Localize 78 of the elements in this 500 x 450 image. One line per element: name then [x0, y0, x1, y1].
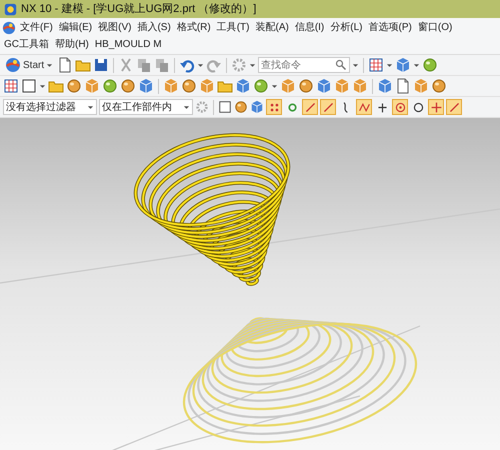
snap-toggle-button[interactable] [446, 99, 462, 115]
cube-icon[interactable] [84, 78, 100, 94]
line-icon [304, 100, 316, 114]
sphere-icon[interactable] [431, 78, 447, 94]
caret-icon [271, 84, 278, 88]
cube-icon[interactable] [250, 100, 264, 114]
sphere-icon[interactable] [253, 78, 269, 94]
application-logo-icon [4, 2, 17, 16]
caret-icon [249, 62, 256, 68]
target-icon [394, 100, 406, 114]
start-button[interactable]: Start [3, 57, 56, 73]
snap-toggle-button[interactable] [428, 99, 444, 115]
caret-icon [352, 62, 360, 68]
plus-icon [376, 100, 388, 114]
filter-dropdown[interactable]: 仅在工作部件内 [99, 99, 193, 115]
menu-item[interactable]: 帮助(H) [53, 36, 91, 53]
plus-icon [430, 100, 442, 114]
cube-icon[interactable] [280, 78, 296, 94]
square-icon[interactable] [218, 100, 232, 114]
menu-item[interactable]: 窗口(O) [416, 19, 454, 36]
polyline-icon [358, 100, 370, 114]
square-icon[interactable] [21, 78, 37, 94]
grid-icon[interactable] [368, 57, 384, 73]
caret-icon [39, 84, 46, 88]
sphere-icon[interactable] [181, 78, 197, 94]
cube-icon[interactable] [163, 78, 179, 94]
cube-icon[interactable] [316, 78, 332, 94]
line-icon [448, 100, 460, 114]
caret-icon [183, 104, 190, 110]
sphere-icon[interactable] [102, 78, 118, 94]
cube-icon[interactable] [334, 78, 350, 94]
sphere-icon[interactable] [66, 78, 82, 94]
save-icon[interactable] [93, 57, 110, 73]
cube-icon[interactable] [377, 78, 393, 94]
sphere-icon[interactable] [120, 78, 136, 94]
menu-item[interactable]: 分析(L) [328, 19, 365, 36]
cube-icon[interactable] [352, 78, 368, 94]
circle-icon [412, 100, 424, 114]
menu-item[interactable]: 格式(R) [174, 19, 213, 36]
snap-toggle-button[interactable] [266, 99, 282, 115]
caret-icon [46, 62, 54, 68]
globe-logo-icon [2, 20, 16, 34]
search-field[interactable]: 查找命令 [258, 57, 350, 74]
search-icon[interactable] [335, 58, 348, 71]
menu-item[interactable]: HB_MOULD M [92, 36, 164, 53]
doc-icon[interactable] [395, 78, 411, 94]
menu-item[interactable]: 信息(I) [292, 19, 326, 36]
menu-item[interactable]: 编辑(E) [56, 19, 94, 36]
snap-toggle-button[interactable] [302, 99, 318, 115]
menu-item[interactable]: 文件(F) [18, 19, 55, 36]
pages-icon[interactable] [136, 57, 152, 73]
globe-logo-icon [5, 57, 21, 73]
menu-item[interactable]: 视图(V) [96, 19, 134, 36]
menu-item[interactable]: 装配(A) [253, 19, 291, 36]
menu-item[interactable]: GC工具箱 [2, 36, 51, 53]
snap-toggle-button[interactable] [356, 99, 372, 115]
caret-icon [413, 62, 420, 68]
cube-icon[interactable] [199, 78, 215, 94]
snap-toggle-button[interactable] [392, 99, 408, 115]
caret-icon [386, 62, 394, 68]
sphere-icon[interactable] [234, 100, 248, 114]
cube-icon[interactable] [138, 78, 154, 94]
filter-dropdown[interactable]: 没有选择过滤器 [3, 99, 97, 115]
caret-icon [197, 62, 204, 68]
caret-icon [87, 104, 94, 110]
cube-icon[interactable] [235, 78, 251, 94]
window-title: NX 10 - 建模 - [学UG就上UG网2.prt （修改的）] [21, 2, 256, 17]
menu-item[interactable]: 工具(T) [214, 19, 252, 36]
grid-icon[interactable] [3, 78, 19, 94]
pages-icon[interactable] [154, 57, 170, 73]
menu-item[interactable]: 首选项(P) [366, 19, 414, 36]
sphere-icon[interactable] [422, 57, 438, 73]
menu-item[interactable]: 插入(S) [135, 19, 173, 36]
cube-icon[interactable] [395, 57, 412, 73]
line-icon [322, 100, 334, 114]
doc-icon[interactable] [57, 57, 74, 73]
snap-toggle-button[interactable] [320, 99, 336, 115]
sphere-icon[interactable] [298, 78, 314, 94]
